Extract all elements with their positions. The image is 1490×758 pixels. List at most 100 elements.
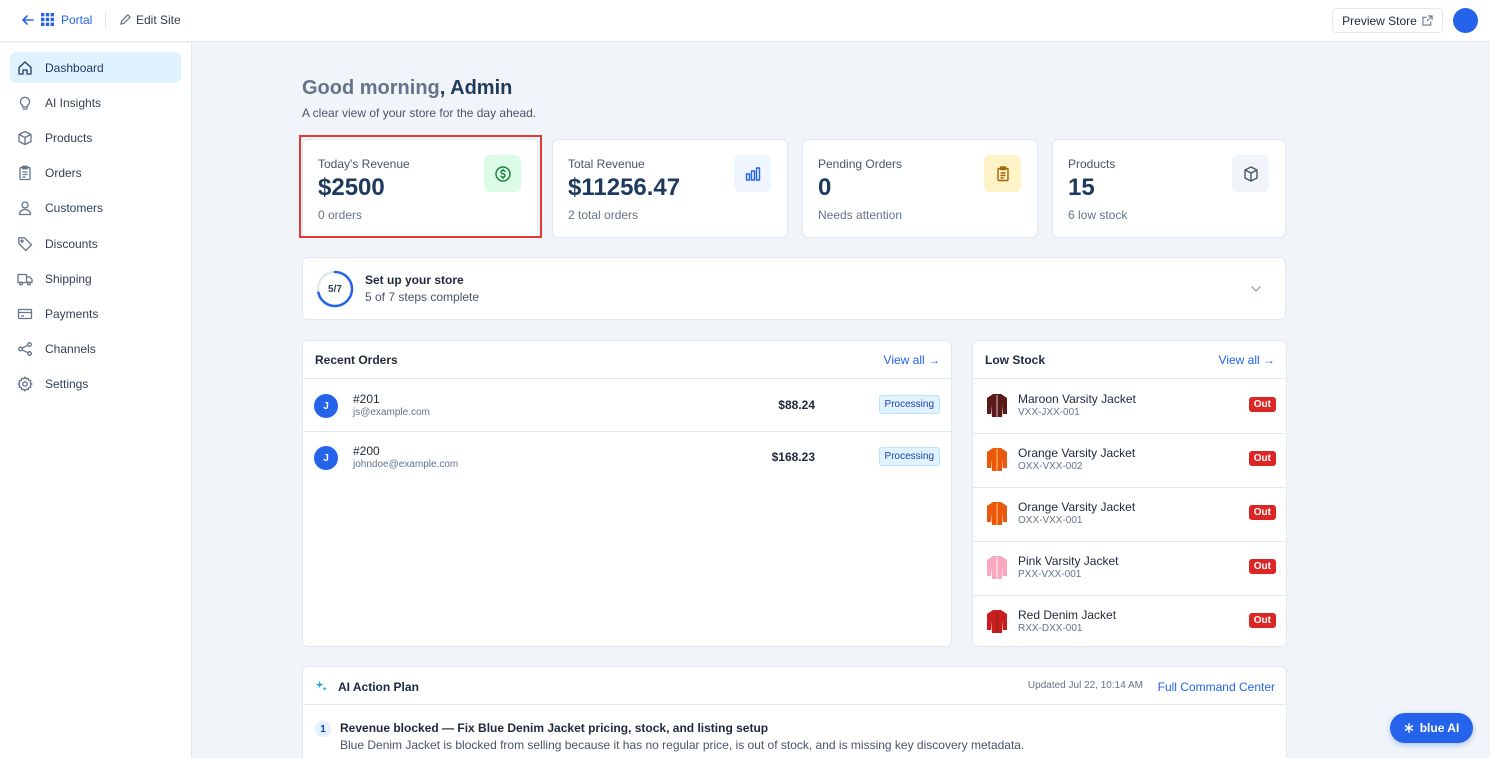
sidebar-item-label: Products — [45, 130, 93, 145]
list-item[interactable]: Maroon Varsity Jacket VXX-JXX-001 Out — [973, 379, 1287, 433]
out-of-stock-badge: Out — [1248, 559, 1276, 574]
list-item[interactable]: Pink Varsity Jacket PXX-VXX-001 Out — [973, 541, 1287, 595]
user-icon — [17, 200, 33, 216]
chevron-down-icon[interactable] — [1249, 282, 1263, 296]
tag-icon — [17, 236, 33, 252]
product-sku: OXX-VXX-002 — [1018, 461, 1083, 472]
list-item[interactable]: Red Denim Jacket RXX-DXX-001 Out — [973, 595, 1287, 649]
recent-orders-panel: Recent Orders View all → J #201 js@examp… — [302, 340, 952, 647]
lightbulb-icon — [17, 95, 33, 111]
page-subtitle: A clear view of your store for the day a… — [302, 106, 537, 120]
stat-card-pending-orders[interactable]: Pending Orders 0 Needs attention — [802, 139, 1038, 238]
sidebar-item-label: Settings — [45, 376, 89, 391]
order-amount: $168.23 — [771, 450, 815, 464]
ai-action-plan-panel: AI Action Plan Updated Jul 22, 10:14 AM … — [302, 666, 1287, 758]
greeting-name: , Admin — [439, 77, 513, 99]
user-avatar[interactable] — [1453, 8, 1478, 33]
share-icon — [17, 341, 33, 357]
order-number: #201 — [353, 392, 380, 406]
full-command-center-link[interactable]: Full Command Center — [1158, 680, 1275, 694]
sidebar-item-ai-insights[interactable]: AI Insights — [10, 87, 181, 118]
product-name: Pink Varsity Jacket — [1018, 554, 1119, 568]
truck-icon — [17, 271, 33, 287]
out-of-stock-badge: Out — [1248, 397, 1276, 412]
setup-store-card[interactable]: 5/7 Set up your store 5 of 7 steps compl… — [302, 257, 1286, 320]
clipboard-icon — [984, 155, 1021, 192]
stat-value: 15 — [1068, 174, 1095, 201]
sidebar-item-label: Dashboard — [45, 60, 104, 75]
sidebar-item-payments[interactable]: Payments — [10, 298, 181, 329]
list-item[interactable]: Orange Varsity Jacket OXX-VXX-002 Out — [973, 433, 1287, 487]
home-icon — [17, 60, 33, 76]
jacket-thumbnail-icon — [987, 610, 1007, 633]
stat-sub: 2 total orders — [568, 208, 639, 222]
product-name: Orange Varsity Jacket — [1018, 446, 1136, 460]
credit-card-icon — [17, 306, 33, 322]
bar-chart-icon — [734, 155, 771, 192]
sidebar-item-label: Customers — [45, 200, 104, 215]
product-name: Orange Varsity Jacket — [1018, 500, 1136, 514]
ai-item-title[interactable]: Revenue blocked — Fix Blue Denim Jacket … — [340, 721, 768, 735]
page-title: Good morning, Admin — [302, 77, 512, 100]
gear-icon — [17, 375, 33, 392]
divider — [303, 704, 1286, 705]
stat-label: Pending Orders — [818, 157, 903, 171]
out-of-stock-badge: Out — [1248, 505, 1276, 520]
asterisk-icon — [1404, 723, 1414, 733]
product-sku: PXX-VXX-001 — [1018, 569, 1082, 580]
sidebar-item-shipping[interactable]: Shipping — [10, 263, 181, 294]
sidebar-item-dashboard[interactable]: Dashboard — [10, 52, 181, 83]
customer-avatar: J — [314, 394, 338, 418]
product-sku: VXX-JXX-001 — [1018, 407, 1080, 418]
sidebar-item-channels[interactable]: Channels — [10, 333, 181, 364]
table-row[interactable]: J #201 js@example.com $88.24 Processing — [303, 379, 951, 431]
sidebar-item-discounts[interactable]: Discounts — [10, 228, 181, 259]
stat-card-total-revenue[interactable]: Total Revenue $11256.47 2 total orders — [552, 139, 788, 238]
low-stock-view-all-link[interactable]: View all → — [1219, 353, 1275, 367]
box-icon — [17, 130, 33, 146]
list-item[interactable]: Orange Varsity Jacket OXX-VXX-001 Out — [973, 487, 1287, 541]
table-row[interactable]: J #200 johndoe@example.com $168.23 Proce… — [303, 431, 951, 483]
stat-label: Products — [1068, 157, 1116, 171]
low-stock-title: Low Stock — [985, 353, 1046, 367]
blue-ai-label: blue AI — [1419, 721, 1460, 735]
blue-ai-button[interactable]: blue AI — [1390, 713, 1473, 743]
setup-subtitle: 5 of 7 steps complete — [365, 290, 480, 304]
sidebar-item-label: Orders — [45, 165, 82, 180]
stat-card-products[interactable]: Products 15 6 low stock — [1052, 139, 1286, 238]
stat-value: 0 — [818, 174, 832, 201]
order-number: #200 — [353, 444, 380, 458]
external-link-icon — [1422, 15, 1433, 26]
back-arrow-icon[interactable] — [20, 12, 36, 28]
status-badge: Processing — [878, 395, 940, 414]
customer-avatar: J — [314, 446, 338, 470]
stat-sub: 6 low stock — [1068, 208, 1128, 222]
sidebar-item-settings[interactable]: Settings — [10, 368, 181, 399]
sidebar-item-label: Payments — [45, 306, 99, 321]
status-badge: Processing — [878, 447, 940, 466]
preview-store-button[interactable]: Preview Store — [1332, 8, 1443, 33]
jacket-thumbnail-icon — [987, 502, 1007, 525]
low-stock-panel: Low Stock View all → Maroon Varsity Jack… — [972, 340, 1287, 647]
sparkle-icon — [315, 680, 328, 693]
ai-plan-title: AI Action Plan — [338, 680, 419, 694]
stat-label: Total Revenue — [568, 157, 645, 171]
sidebar-item-label: Shipping — [45, 271, 92, 286]
highlight-box — [299, 135, 542, 238]
order-email: js@example.com — [353, 407, 430, 418]
box-icon — [1232, 155, 1269, 192]
sidebar-item-products[interactable]: Products — [10, 122, 181, 153]
setup-progress-label: 5/7 — [328, 283, 342, 295]
jacket-thumbnail-icon — [987, 394, 1007, 417]
ai-item-description: Blue Denim Jacket is blocked from sellin… — [340, 738, 1025, 752]
preview-store-label: Preview Store — [1342, 13, 1417, 28]
divider — [105, 11, 106, 29]
recent-orders-view-all-link[interactable]: View all → — [884, 353, 940, 367]
portal-link[interactable]: Portal — [61, 13, 92, 27]
sidebar-item-orders[interactable]: Orders — [10, 157, 181, 188]
edit-site-link[interactable]: Edit Site — [136, 13, 181, 27]
out-of-stock-badge: Out — [1248, 613, 1276, 628]
product-name: Maroon Varsity Jacket — [1018, 392, 1136, 406]
sidebar-item-customers[interactable]: Customers — [10, 192, 181, 223]
setup-title: Set up your store — [365, 273, 464, 287]
